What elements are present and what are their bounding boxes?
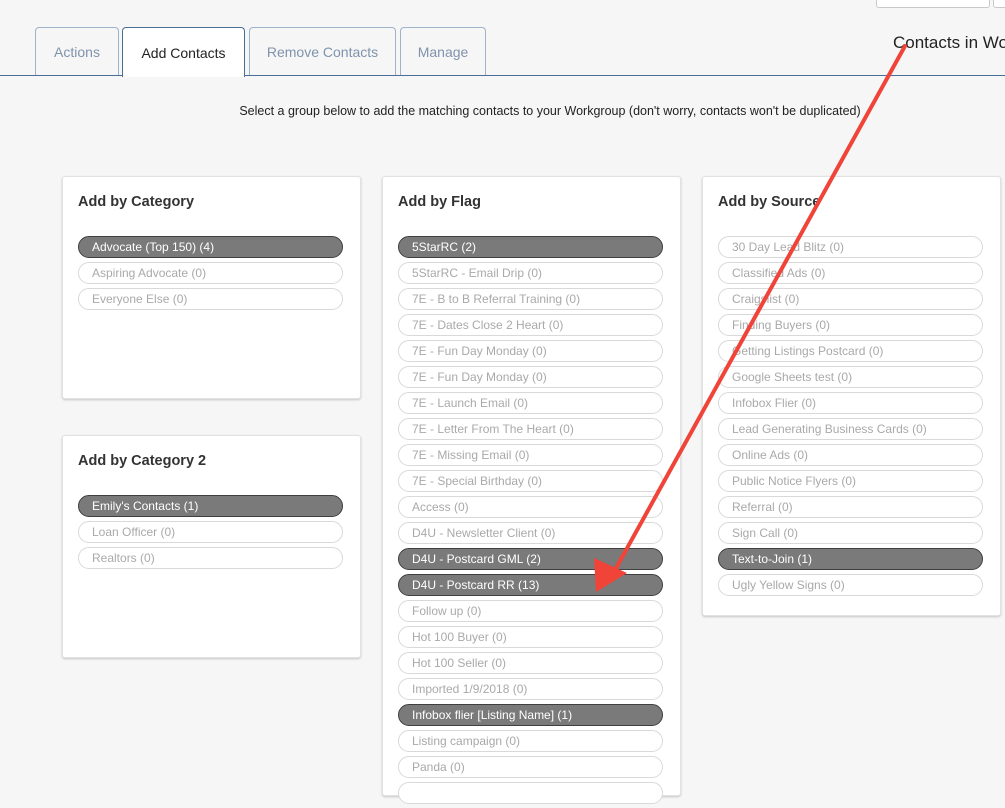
- group-pill[interactable]: Infobox Flier (0): [718, 392, 983, 414]
- group-pill[interactable]: Hot 100 Buyer (0): [398, 626, 663, 648]
- group-pill[interactable]: 7E - Special Birthday (0): [398, 470, 663, 492]
- panel-title: Add by Source: [718, 194, 821, 210]
- group-pill[interactable]: 7E - Letter From The Heart (0): [398, 418, 663, 440]
- group-pill[interactable]: Online Ads (0): [718, 444, 983, 466]
- group-pill[interactable]: 7E - Missing Email (0): [398, 444, 663, 466]
- category2-list: Emily's Contacts (1) Loan Officer (0) Real…: [78, 495, 343, 573]
- panel-title: Add by Category 2: [78, 453, 207, 469]
- group-pill[interactable]: Access (0): [398, 496, 663, 518]
- group-pill[interactable]: D4U - Postcard GML (2): [398, 548, 663, 570]
- panel-title: Add by Category: [78, 194, 195, 210]
- instruction-text: Select a group below to add the matching…: [239, 104, 861, 118]
- group-pill[interactable]: [398, 782, 663, 804]
- group-pill[interactable]: Listing campaign (0): [398, 730, 663, 752]
- group-pill[interactable]: Imported 1/9/2018 (0): [398, 678, 663, 700]
- group-pill[interactable]: Public Notice Flyers (0): [718, 470, 983, 492]
- group-pill[interactable]: 7E - Fun Day Monday (0): [398, 366, 663, 388]
- group-pill[interactable]: 7E - B to B Referral Training (0): [398, 288, 663, 310]
- flag-list: 5StarRC (2) 5StarRC - Email Drip (0) 7E - …: [398, 236, 663, 808]
- panel-add-by-category: Add by Category Advocate (Top 150) (4) As…: [62, 176, 361, 399]
- group-pill[interactable]: Getting Listings Postcard (0): [718, 340, 983, 362]
- group-pill[interactable]: Realtors (0): [78, 547, 343, 569]
- group-pill[interactable]: Aspiring Advocate (0): [78, 262, 343, 284]
- group-pill[interactable]: Advocate (Top 150) (4): [78, 236, 343, 258]
- tab-add-contacts[interactable]: Add Contacts: [122, 27, 245, 77]
- group-pill[interactable]: Emily's Contacts (1): [78, 495, 343, 517]
- group-pill[interactable]: 5StarRC - Email Drip (0): [398, 262, 663, 284]
- group-pill[interactable]: Lead Generating Business Cards (0): [718, 418, 983, 440]
- contacts-in-workgroup-heading: Contacts in Wo: [893, 33, 1005, 52]
- group-pill[interactable]: D4U - Newsletter Client (0): [398, 522, 663, 544]
- group-pill[interactable]: Hot 100 Seller (0): [398, 652, 663, 674]
- group-pill[interactable]: Referral (0): [718, 496, 983, 518]
- group-pill[interactable]: 7E - Fun Day Monday (0): [398, 340, 663, 362]
- group-pill[interactable]: 7E - Dates Close 2 Heart (0): [398, 314, 663, 336]
- group-pill[interactable]: Follow up (0): [398, 600, 663, 622]
- group-pill[interactable]: 5StarRC (2): [398, 236, 663, 258]
- source-list: 30 Day Lead Blitz (0) Classified Ads (0) C…: [718, 236, 983, 600]
- group-pill[interactable]: Ugly Yellow Signs (0): [718, 574, 983, 596]
- group-pill[interactable]: Google Sheets test (0): [718, 366, 983, 388]
- group-pill[interactable]: Sign Call (0): [718, 522, 983, 544]
- group-pill[interactable]: Infobox flier [Listing Name] (1): [398, 704, 663, 726]
- tab-manage[interactable]: Manage: [400, 27, 486, 76]
- group-pill[interactable]: Everyone Else (0): [78, 288, 343, 310]
- group-pill[interactable]: Loan Officer (0): [78, 521, 343, 543]
- tab-remove-contacts[interactable]: Remove Contacts: [249, 27, 396, 76]
- panel-title: Add by Flag: [398, 194, 481, 210]
- group-pill[interactable]: Text-to-Join (1): [718, 548, 983, 570]
- panel-add-by-flag: Add by Flag 5StarRC (2) 5StarRC - Email D…: [382, 176, 681, 804]
- group-pill[interactable]: D4U - Postcard RR (13): [398, 574, 663, 596]
- group-pill[interactable]: Classified Ads (0): [718, 262, 983, 284]
- group-pill[interactable]: 7E - Launch Email (0): [398, 392, 663, 414]
- panel-add-by-source: Add by Source 30 Day Lead Blitz (0) Class…: [702, 176, 1001, 616]
- tab-bar: Actions Add Contacts Remove Contacts Man…: [0, 0, 1005, 77]
- panel-add-by-category-2: Add by Category 2 Emily's Contacts (1) Lo…: [62, 435, 361, 658]
- group-pill[interactable]: Panda (0): [398, 756, 663, 778]
- group-pill[interactable]: Finding Buyers (0): [718, 314, 983, 336]
- group-pill[interactable]: Craigslist (0): [718, 288, 983, 310]
- category-list: Advocate (Top 150) (4) Aspiring Advocate …: [78, 236, 343, 314]
- group-pill[interactable]: 30 Day Lead Blitz (0): [718, 236, 983, 258]
- tab-actions[interactable]: Actions: [35, 27, 119, 76]
